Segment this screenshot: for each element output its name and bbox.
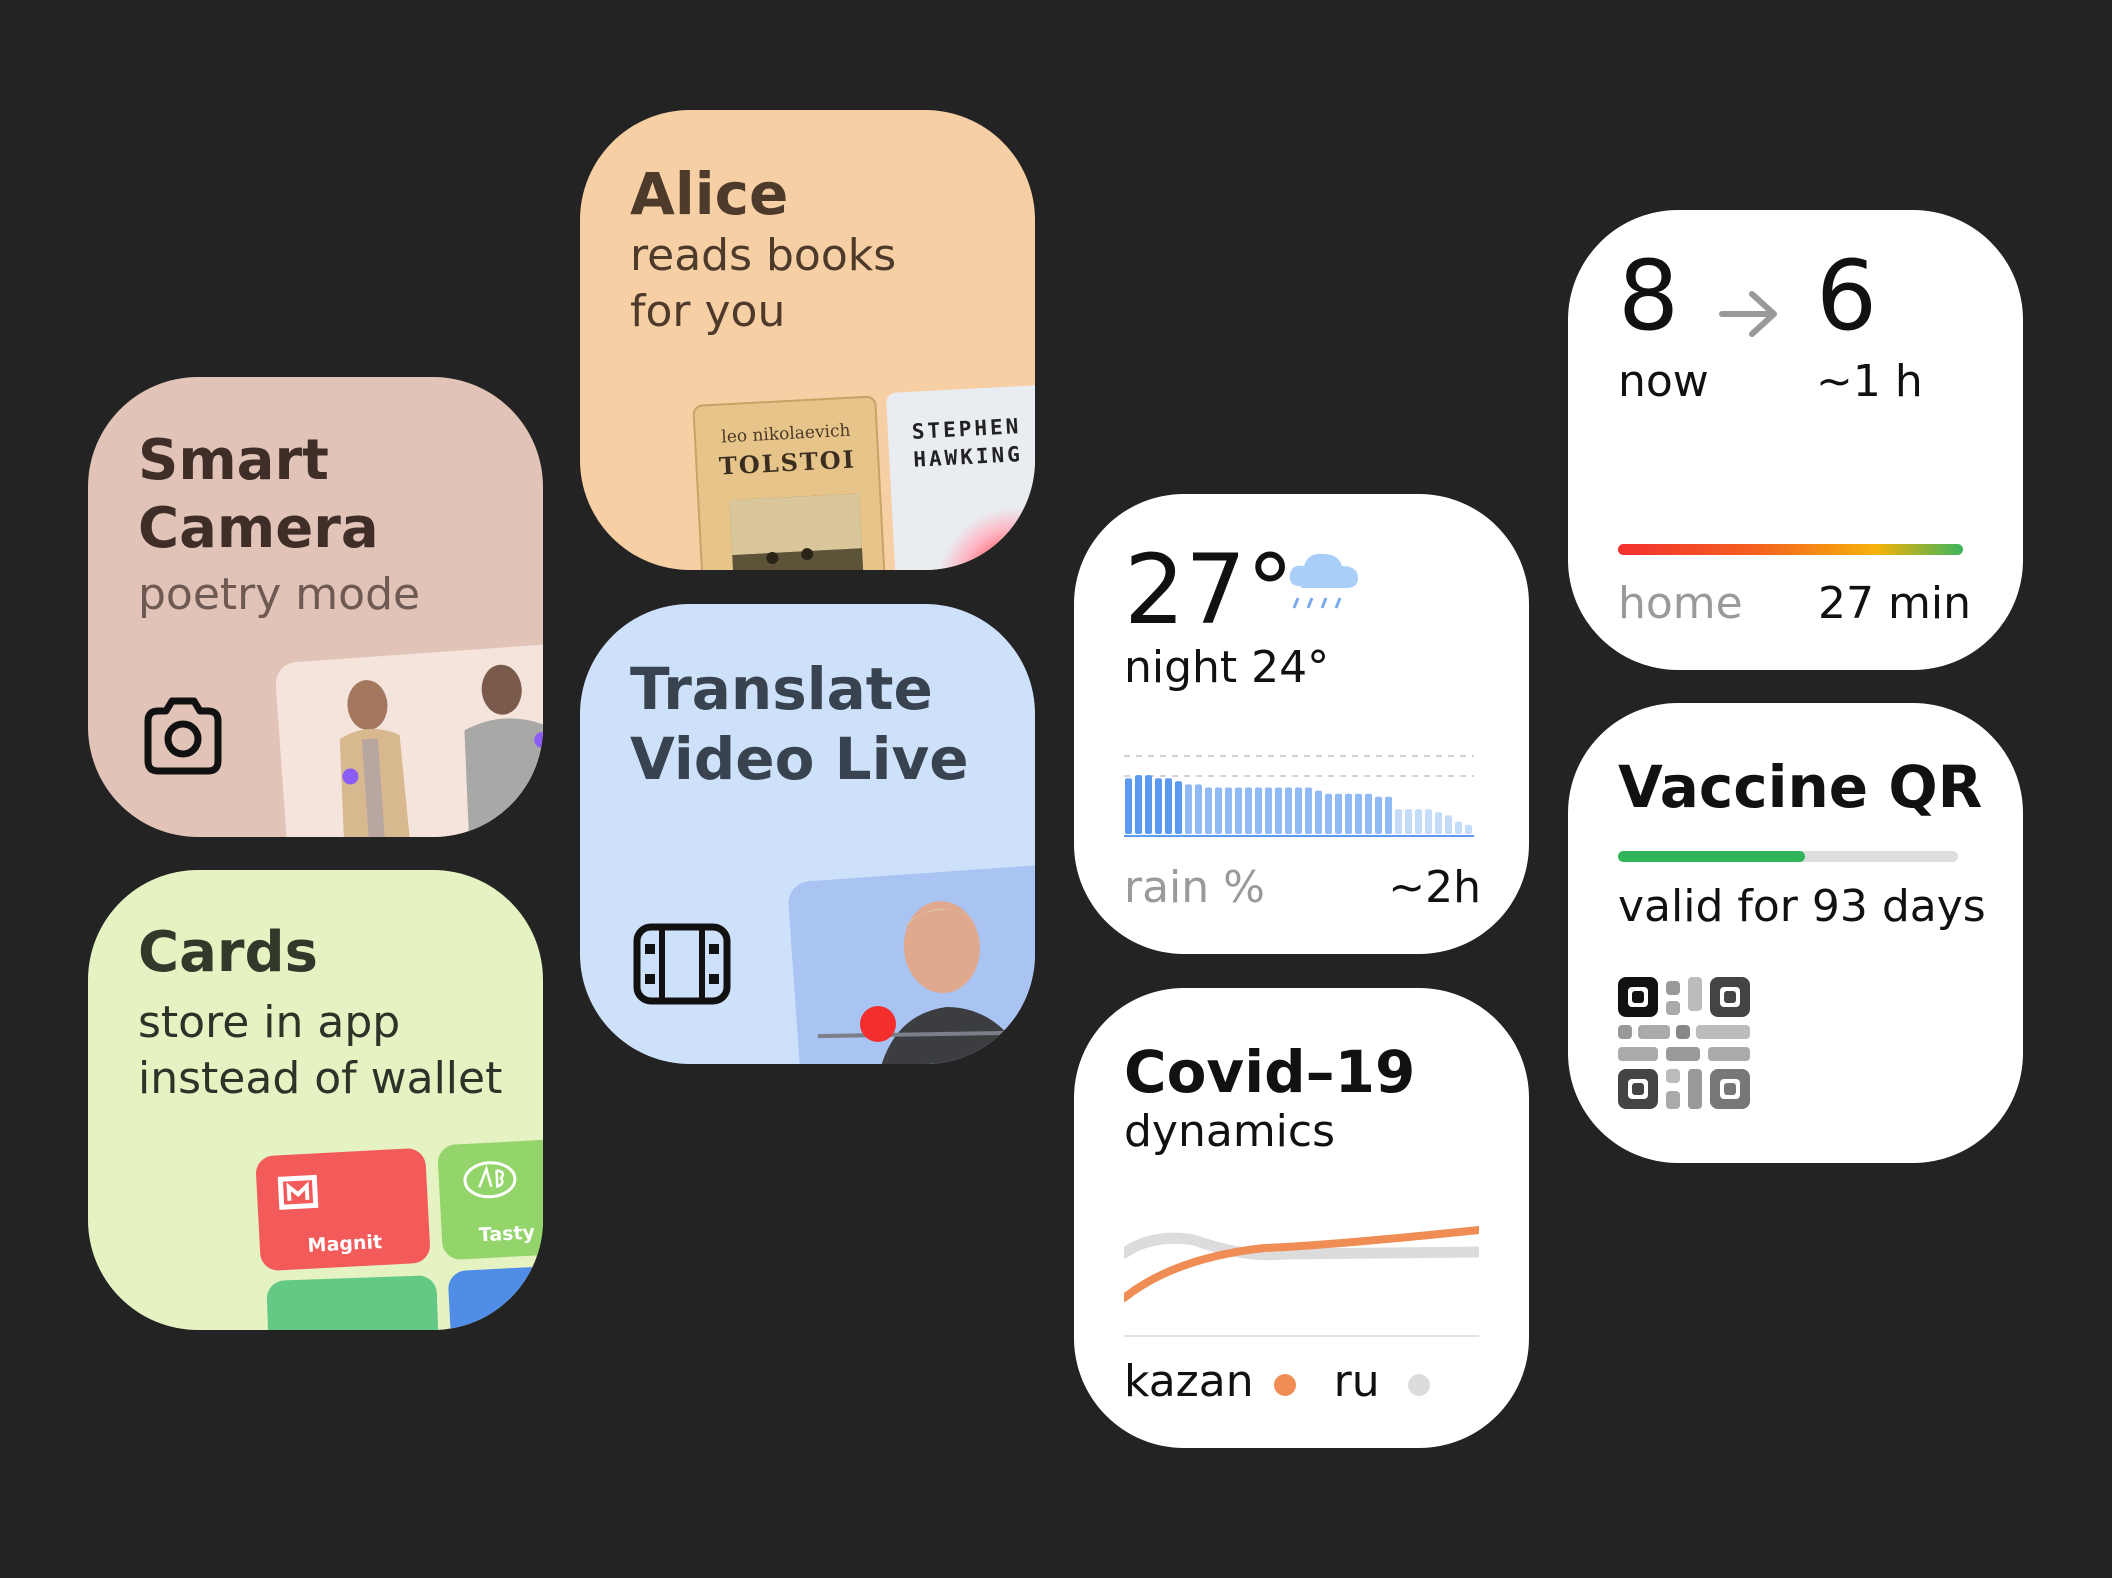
- rain-cloud-icon: [1284, 546, 1364, 620]
- loyalty-card-magnit[interactable]: Magnit: [255, 1147, 431, 1272]
- vaccine-qr-widget[interactable]: Vaccine QR valid for 93 days: [1568, 703, 2023, 1163]
- destination-label: home: [1618, 578, 1743, 629]
- loyalty-card-tasty[interactable]: Tasty: [437, 1138, 543, 1261]
- loyalty-card[interactable]: [447, 1264, 543, 1330]
- rain-bar: [1185, 784, 1192, 834]
- night-temperature: night 24°: [1124, 642, 1330, 693]
- validity-progress-fill: [1618, 851, 1805, 862]
- rain-bar: [1305, 787, 1312, 834]
- tasty-logo-icon: [463, 1161, 517, 1199]
- rain-bar: [1255, 787, 1262, 834]
- rain-bar: [1175, 781, 1182, 834]
- rain-bar: [1165, 778, 1172, 834]
- film-icon[interactable]: [632, 922, 732, 1010]
- book-cover-art: [729, 493, 865, 570]
- traffic-now-label: now: [1618, 356, 1709, 407]
- traffic-now-value: 8: [1618, 240, 1680, 352]
- alice-reads-books-widget[interactable]: Alice reads books for you leo nikolaevic…: [580, 110, 1035, 570]
- rain-bar: [1205, 787, 1212, 834]
- legend-ru-label: ru: [1333, 1356, 1380, 1407]
- book-author: STEPHEN: [911, 414, 1022, 444]
- widget-title: Cards: [138, 920, 318, 985]
- rain-bar: [1195, 784, 1202, 834]
- widget-title: Smart Camera: [138, 428, 379, 561]
- rain-bar: [1215, 787, 1222, 834]
- rain-bar: [1425, 809, 1432, 834]
- widget-title: Translate Video Live: [630, 655, 969, 793]
- covid-chart: [1124, 1226, 1479, 1337]
- rain-bar: [1125, 778, 1132, 834]
- validity-progress-track: [1618, 851, 1958, 862]
- arrow-right-icon: [1718, 288, 1780, 344]
- rain-bar: [1385, 796, 1392, 834]
- rain-bar: [1295, 787, 1302, 834]
- camera-icon[interactable]: [140, 695, 226, 781]
- book-title: TOLSTOI: [718, 444, 857, 481]
- widget-subtitle: store in app instead of wallet: [138, 997, 503, 1104]
- widget-subtitle: poetry mode: [138, 569, 421, 620]
- rain-bar: [1355, 793, 1362, 834]
- rain-bar: [1235, 787, 1242, 834]
- widget-subtitle: reads books for you: [630, 230, 897, 337]
- book-cover-art: [932, 502, 1035, 570]
- rain-bar: [1265, 787, 1272, 834]
- poetry-photo: [274, 641, 543, 837]
- rain-bar: [1155, 778, 1162, 834]
- rain-bar: [1445, 815, 1452, 834]
- rain-bar: [1405, 809, 1412, 834]
- smart-camera-widget[interactable]: Smart Camera poetry mode: [88, 377, 543, 837]
- rain-bar: [1375, 796, 1382, 834]
- covid-widget[interactable]: Covid–19 dynamics kazan ru: [1074, 988, 1529, 1448]
- rain-bar: [1325, 793, 1332, 834]
- record-indicator: [860, 1006, 896, 1042]
- book-hawking[interactable]: STEPHEN HAWKING: [885, 383, 1035, 570]
- rain-bar: [1145, 775, 1152, 834]
- rain-bar: [1435, 812, 1442, 834]
- rain-chart: [1124, 755, 1474, 837]
- rain-bar: [1395, 809, 1402, 834]
- rain-bar: [1275, 787, 1282, 834]
- traffic-later-value: 6: [1816, 240, 1878, 352]
- rain-time: ~2h: [1388, 862, 1481, 913]
- rain-bar: [1415, 809, 1422, 834]
- qr-code-icon[interactable]: [1618, 977, 1750, 1109]
- travel-duration: 27 min: [1818, 578, 1971, 629]
- legend-kazan-label: kazan: [1124, 1356, 1254, 1407]
- translate-video-widget[interactable]: Translate Video Live: [580, 604, 1035, 1064]
- weather-widget[interactable]: 27° night 24° rain % ~2h: [1074, 494, 1529, 954]
- traffic-widget[interactable]: 8 6 now ~1 h home 27 min: [1568, 210, 2023, 670]
- rain-bar: [1315, 790, 1322, 834]
- rain-bar: [1225, 787, 1232, 834]
- loyalty-card[interactable]: [266, 1275, 440, 1330]
- rain-bar: [1345, 793, 1352, 834]
- rain-bar: [1465, 824, 1472, 834]
- rain-bar: [1245, 787, 1252, 834]
- traffic-later-label: ~1 h: [1816, 356, 1923, 407]
- legend-kazan-dot: [1273, 1374, 1296, 1396]
- covid-legend: kazan ru: [1124, 1356, 1430, 1407]
- validity-text: valid for 93 days: [1618, 881, 1986, 932]
- widget-title: Alice: [630, 160, 789, 228]
- book-title: HAWKING: [912, 442, 1024, 472]
- temperature: 27°: [1124, 534, 1295, 646]
- video-preview[interactable]: [786, 861, 1035, 1064]
- widget-title: Vaccine QR: [1618, 753, 1983, 821]
- cards-widget[interactable]: Cards store in app instead of wallet Mag…: [88, 870, 543, 1330]
- book-tolstoi[interactable]: leo nikolaevich TOLSTOI: [692, 395, 888, 570]
- rain-bar: [1335, 793, 1342, 834]
- widget-title: Covid–19: [1124, 1038, 1416, 1106]
- rain-bar: [1365, 793, 1372, 834]
- rain-label: rain %: [1124, 862, 1265, 913]
- rain-bar: [1455, 821, 1462, 834]
- rain-bar: [1285, 787, 1292, 834]
- magnit-logo-icon: [277, 1174, 319, 1210]
- legend-ru-dot: [1407, 1374, 1430, 1396]
- rain-bar: [1135, 775, 1142, 834]
- traffic-bar: [1618, 544, 1963, 555]
- widget-subtitle: dynamics: [1124, 1106, 1336, 1157]
